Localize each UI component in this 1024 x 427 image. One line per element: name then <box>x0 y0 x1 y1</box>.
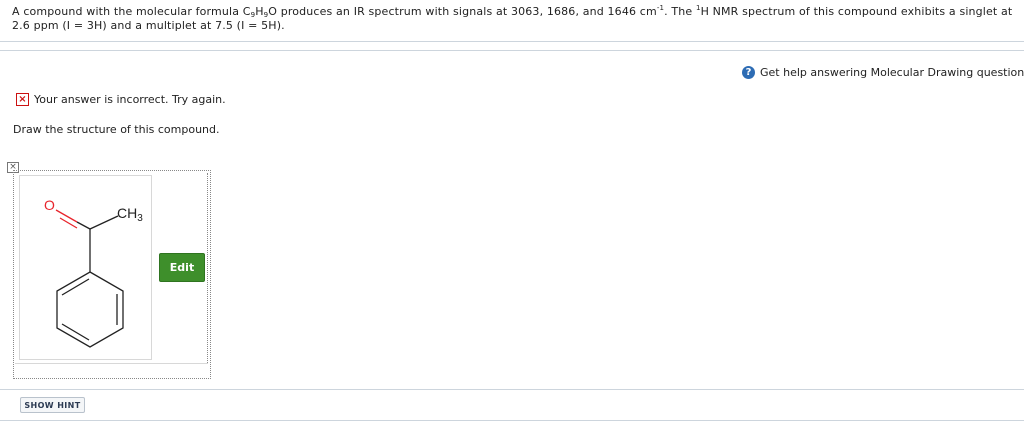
ring-double-bond-3 <box>61 323 90 341</box>
drawing-area-bottom-rule <box>15 363 208 364</box>
acetophenone-structure-svg: O CH3 <box>44 197 143 348</box>
instruction-text: Draw the structure of this compound. <box>13 123 220 136</box>
carbonyl-bond-outer-c <box>76 221 91 230</box>
question-text: A compound with the molecular formula C9… <box>0 0 1024 42</box>
carbonyl-bond-outer-o <box>55 209 78 223</box>
methyl-label: CH3 <box>117 205 143 224</box>
feedback-text: Your answer is incorrect. Try again. <box>34 93 226 106</box>
edit-button[interactable]: Edit <box>159 253 205 282</box>
incorrect-icon: × <box>16 93 29 106</box>
carbonyl-bond-inner-o <box>59 217 78 229</box>
show-hint-button[interactable]: SHOW HINT <box>20 397 85 413</box>
methyl-bond <box>89 215 119 230</box>
feedback-message: × Your answer is incorrect. Try again. <box>16 93 226 106</box>
help-link[interactable]: ? Get help answering Molecular Drawing q… <box>742 65 1024 79</box>
drawing-area-divider <box>207 173 208 363</box>
ring-double-bond-1 <box>61 278 90 296</box>
benzene-ring <box>56 271 124 348</box>
help-icon: ? <box>742 65 755 79</box>
molecule-structure[interactable]: O CH3 <box>19 175 152 360</box>
help-link-label: Get help answering Molecular Drawing que… <box>760 65 1024 79</box>
oxygen-label: O <box>44 197 55 213</box>
hint-bar <box>0 389 1024 421</box>
